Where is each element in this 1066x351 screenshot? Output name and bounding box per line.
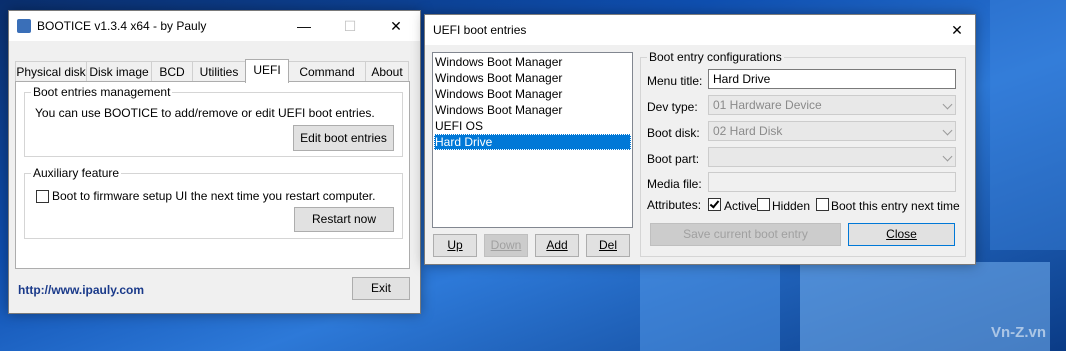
close-icon[interactable]: ✕ bbox=[373, 11, 419, 41]
list-item[interactable]: Windows Boot Manager bbox=[434, 102, 631, 118]
restart-now-button[interactable]: Restart now bbox=[294, 207, 394, 232]
boot-entry-config-group: Boot entry configurations Menu title: Ha… bbox=[640, 50, 966, 257]
bootice-titlebar: BOOTICE v1.3.4 x64 - by Pauly — ☐ ✕ bbox=[9, 11, 420, 41]
boot-part-select[interactable] bbox=[708, 147, 956, 167]
boot-entries-description: You can use BOOTICE to add/remove or edi… bbox=[35, 106, 375, 120]
list-item[interactable]: Windows Boot Manager bbox=[434, 86, 631, 102]
tab-physical-disk[interactable]: Physical disk bbox=[15, 61, 87, 82]
del-button[interactable]: Del bbox=[586, 234, 630, 257]
del-button-label: Del bbox=[598, 238, 617, 252]
next-time-label[interactable]: Boot this entry next time bbox=[831, 199, 960, 213]
active-label[interactable]: Active bbox=[724, 199, 757, 213]
uefi-titlebar: UEFI boot entries ✕ bbox=[425, 15, 975, 45]
desktop-light-panel bbox=[990, 0, 1066, 250]
list-item[interactable]: UEFI OS bbox=[434, 118, 631, 134]
hidden-label[interactable]: Hidden bbox=[772, 199, 810, 213]
boot-disk-label: Boot disk: bbox=[647, 126, 700, 140]
boot-entry-config-label: Boot entry configurations bbox=[647, 50, 784, 64]
dev-type-label: Dev type: bbox=[647, 100, 698, 114]
uefi-title: UEFI boot entries bbox=[433, 23, 527, 37]
minimize-icon[interactable]: — bbox=[281, 11, 327, 41]
menu-title-field[interactable]: Hard Drive bbox=[708, 69, 956, 89]
chevron-down-icon bbox=[942, 151, 953, 162]
boot-entries-group-label: Boot entries management bbox=[31, 85, 173, 99]
list-item[interactable]: Windows Boot Manager bbox=[434, 54, 631, 70]
down-button[interactable]: Down bbox=[484, 234, 528, 257]
dev-type-value: 01 Hardware Device bbox=[713, 98, 822, 112]
app-icon bbox=[17, 19, 31, 33]
tab-utilities[interactable]: Utilities bbox=[192, 61, 246, 82]
boot-entries-group: Boot entries management You can use BOOT… bbox=[24, 85, 403, 157]
uefi-boot-entries-dialog: UEFI boot entries ✕ Windows Boot Manager… bbox=[424, 14, 976, 265]
close-button[interactable]: Close bbox=[848, 223, 955, 246]
bootice-title: BOOTICE v1.3.4 x64 - by Pauly bbox=[37, 19, 207, 33]
auxiliary-group-label: Auxiliary feature bbox=[31, 166, 122, 180]
list-item[interactable]: Windows Boot Manager bbox=[434, 70, 631, 86]
media-file-label: Media file: bbox=[647, 177, 702, 191]
attributes-label: Attributes: bbox=[647, 198, 702, 212]
tab-disk-image[interactable]: Disk image bbox=[86, 61, 152, 82]
chevron-down-icon bbox=[942, 99, 953, 110]
website-link[interactable]: http://www.ipauly.com bbox=[18, 283, 144, 297]
hidden-checkbox[interactable] bbox=[757, 198, 770, 211]
tab-command-line[interactable]: Command line bbox=[288, 61, 366, 99]
tab-bcd[interactable]: BCD bbox=[151, 61, 193, 82]
chevron-down-icon bbox=[942, 125, 953, 136]
desktop-light-panel bbox=[640, 260, 780, 351]
edit-boot-entries-button[interactable]: Edit boot entries bbox=[293, 125, 394, 151]
auxiliary-group: Auxiliary feature Boot to firmware setup… bbox=[24, 166, 403, 239]
media-file-field[interactable] bbox=[708, 172, 956, 192]
watermark: Vn-Z.vn bbox=[991, 324, 1046, 341]
maximize-icon[interactable]: ☐ bbox=[327, 11, 373, 41]
down-button-label: Down bbox=[490, 238, 522, 252]
up-button[interactable]: Up bbox=[433, 234, 477, 257]
tab-uefi[interactable]: UEFI bbox=[245, 59, 289, 83]
bootice-window: BOOTICE v1.3.4 x64 - by Pauly — ☐ ✕ Phys… bbox=[8, 10, 421, 314]
firmware-setup-checkbox[interactable] bbox=[36, 190, 49, 203]
boot-entries-list[interactable]: Windows Boot Manager Windows Boot Manage… bbox=[432, 52, 633, 228]
add-button[interactable]: Add bbox=[535, 234, 579, 257]
uefi-tab-pane: Boot entries management You can use BOOT… bbox=[15, 81, 410, 269]
save-boot-entry-button[interactable]: Save current boot entry bbox=[650, 223, 841, 246]
next-time-checkbox[interactable] bbox=[816, 198, 829, 211]
boot-disk-select[interactable]: 02 Hard Disk bbox=[708, 121, 956, 141]
boot-part-label: Boot part: bbox=[647, 152, 700, 166]
tab-about[interactable]: About bbox=[365, 61, 409, 82]
menu-title-label: Menu title: bbox=[647, 74, 703, 88]
dev-type-select[interactable]: 01 Hardware Device bbox=[708, 95, 956, 115]
boot-disk-value: 02 Hard Disk bbox=[713, 124, 783, 138]
exit-button[interactable]: Exit bbox=[352, 277, 410, 300]
active-checkbox[interactable] bbox=[708, 198, 721, 211]
firmware-setup-label[interactable]: Boot to firmware setup UI the next time … bbox=[52, 189, 375, 203]
close-icon[interactable]: ✕ bbox=[937, 15, 977, 45]
list-item-selected[interactable]: Hard Drive bbox=[434, 134, 631, 150]
close-button-label: Close bbox=[886, 227, 917, 241]
add-button-label: Add bbox=[546, 238, 568, 252]
up-button-label: Up bbox=[447, 238, 463, 252]
